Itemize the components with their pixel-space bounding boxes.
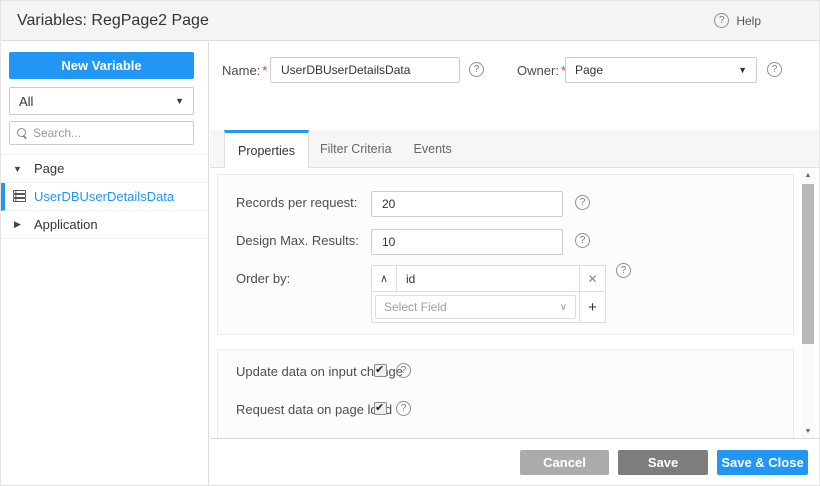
- save-and-close-button[interactable]: Save & Close: [717, 450, 808, 475]
- variable-tree: ▼ Page UserDBUserDetailsData ▶: [1, 154, 208, 239]
- owner-help-icon[interactable]: [767, 62, 782, 77]
- select-field-cell: Select Field ∨: [372, 292, 579, 322]
- behavior-settings-panel: Update data on input change Request data…: [217, 349, 794, 439]
- dropdown-arrow-icon: ▼: [738, 65, 747, 75]
- data-settings-panel: Records per request: Design Max. Results…: [217, 174, 794, 335]
- dialog-footer: Cancel Save Save & Close: [210, 438, 820, 486]
- scroll-up-arrow[interactable]: ▲: [801, 170, 815, 182]
- add-order-field-row: Select Field ∨ +: [372, 292, 605, 322]
- page-title: Variables: RegPage2 Page: [17, 12, 714, 30]
- remove-order-field-button[interactable]: ✕: [579, 266, 605, 291]
- design-max-results-label: Design Max. Results:: [236, 233, 359, 248]
- design-max-results-input[interactable]: [371, 229, 563, 255]
- scrollbar-thumb[interactable]: [802, 184, 814, 344]
- select-field-dropdown[interactable]: Select Field ∨: [375, 295, 576, 319]
- request-on-load-label: Request data on page load: [236, 402, 392, 417]
- owner-label: Owner:*: [517, 63, 566, 78]
- tab-properties[interactable]: Properties: [224, 130, 309, 168]
- select-field-placeholder: Select Field: [384, 300, 560, 314]
- order-by-field-value[interactable]: id: [397, 266, 579, 291]
- variables-dialog: Variables: RegPage2 Page Help New Variab…: [0, 0, 820, 486]
- help-link[interactable]: Help: [714, 13, 761, 28]
- chevron-down-icon: ∨: [560, 302, 567, 313]
- tab-bar: Properties Filter Criteria Events: [210, 130, 820, 168]
- tree-node-page[interactable]: ▼ Page: [1, 155, 208, 183]
- request-on-load-checkbox[interactable]: [374, 402, 387, 415]
- dropdown-arrow-icon: ▼: [175, 96, 184, 106]
- update-on-change-help-icon[interactable]: [396, 363, 411, 378]
- title-bar: Variables: RegPage2 Page Help: [1, 1, 820, 41]
- variable-filter-value: All: [19, 94, 175, 109]
- properties-tab-content: Records per request: Design Max. Results…: [210, 168, 820, 438]
- expand-collapse-icon[interactable]: ▼: [1, 164, 34, 174]
- tab-filter-criteria[interactable]: Filter Criteria: [309, 130, 403, 167]
- scroll-down-arrow[interactable]: ▼: [801, 426, 815, 438]
- owner-select[interactable]: Page ▼: [565, 57, 757, 83]
- required-asterisk: *: [262, 63, 267, 78]
- tree-node-label: UserDBUserDetailsData: [34, 189, 174, 204]
- name-help-icon[interactable]: [469, 62, 484, 77]
- variable-detail-panel: Name:* Owner:* Page ▼ Type: Database CRU…: [210, 42, 820, 486]
- variable-name-input[interactable]: [270, 57, 460, 83]
- order-by-label: Order by:: [236, 271, 290, 286]
- help-icon: [714, 13, 729, 28]
- records-help-icon[interactable]: [575, 195, 590, 210]
- variable-search[interactable]: [9, 121, 194, 145]
- update-on-change-checkbox[interactable]: [374, 364, 387, 377]
- tree-node-variable[interactable]: UserDBUserDetailsData: [1, 183, 208, 211]
- tree-node-application[interactable]: ▶ Application: [1, 211, 208, 239]
- cancel-button[interactable]: Cancel: [520, 450, 609, 475]
- tree-node-label: Page: [34, 161, 64, 176]
- sort-direction-toggle[interactable]: ∧: [372, 266, 397, 291]
- records-per-request-label: Records per request:: [236, 195, 357, 210]
- max-results-help-icon[interactable]: [575, 233, 590, 248]
- order-by-help-icon[interactable]: [616, 263, 631, 278]
- name-label: Name:*: [222, 63, 267, 78]
- save-button[interactable]: Save: [618, 450, 708, 475]
- search-input[interactable]: [33, 126, 173, 140]
- records-per-request-input[interactable]: [371, 191, 563, 217]
- vertical-scrollbar[interactable]: ▲ ▼: [801, 170, 815, 438]
- help-label: Help: [736, 14, 761, 28]
- tab-events[interactable]: Events: [403, 130, 463, 167]
- search-icon: [17, 128, 27, 138]
- order-by-row: ∧ id ✕: [372, 266, 605, 292]
- expand-collapse-icon[interactable]: ▶: [1, 219, 34, 230]
- order-by-editor: ∧ id ✕ Select Field ∨ +: [371, 265, 606, 323]
- variable-filter-select[interactable]: All ▼: [9, 87, 194, 115]
- add-order-field-button[interactable]: +: [579, 292, 605, 322]
- owner-value: Page: [575, 63, 738, 77]
- variables-sidebar: New Variable All ▼ ▼ Page: [1, 42, 209, 486]
- request-on-load-help-icon[interactable]: [396, 401, 411, 416]
- tree-node-label: Application: [34, 217, 98, 232]
- database-variable-icon: [5, 190, 34, 204]
- name-owner-row: Name:* Owner:* Page ▼: [210, 57, 820, 83]
- new-variable-button[interactable]: New Variable: [9, 52, 194, 79]
